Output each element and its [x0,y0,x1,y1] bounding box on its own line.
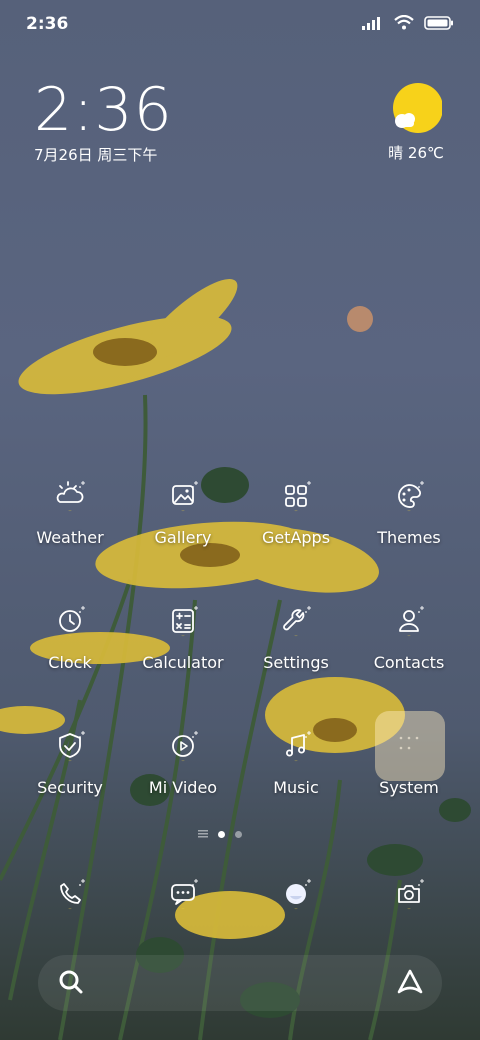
app-label: Security [37,778,103,797]
app-label: Themes [377,528,441,547]
camera-icon [398,879,424,910]
app-getapps[interactable]: GetApps [241,478,351,547]
security-icon [59,731,85,762]
app-themes[interactable]: Themes [354,478,464,547]
hotseat-phone[interactable] [52,876,88,912]
hotseat-messages[interactable] [165,876,201,912]
home-screen: 2:36 2:36 7月26日 周三下午 晴 26℃ Weather Galle… [0,0,480,1040]
phone-icon [60,879,85,910]
battery-icon [424,15,453,30]
search-bar[interactable] [38,955,442,1011]
sunny-partly-cloudy-icon [390,82,443,134]
wifi-icon [394,15,414,30]
app-label: Mi Video [148,778,218,797]
system-folder-bg [375,711,445,781]
calculator-icon [172,606,198,637]
app-label: GetApps [261,528,331,547]
page-dot [235,830,242,838]
app-weather[interactable]: Weather [15,478,125,547]
search-icon[interactable] [58,969,84,995]
weather-widget[interactable]: 晴 26℃ [376,82,456,163]
contacts-icon [399,606,424,637]
security-icon-wrap [52,728,88,764]
app-label: Contacts [373,653,445,672]
app-settings[interactable]: Settings [241,603,351,672]
browser-icon [286,879,311,910]
page-dot-active [218,830,225,838]
calculator-icon-wrap [165,603,201,639]
app-gallery[interactable]: Gallery [128,478,238,547]
gallery-icon [172,481,198,512]
app-label: Settings [263,653,329,672]
app-calculator[interactable]: Calculator [128,603,238,672]
mi-video-icon-wrap [165,728,201,764]
settings-icon [283,606,311,637]
app-security[interactable]: Security [15,728,125,797]
app-label: Weather [36,528,104,547]
themes-icon-wrap [391,478,427,514]
weather-icon [56,481,85,512]
signal-icon [362,16,380,30]
weather-icon-wrap [52,478,88,514]
gallery-icon-wrap [165,478,201,514]
messages-icon [171,879,198,910]
status-bar: 2:36 [0,0,480,50]
app-label: Music [273,778,319,797]
menu-lines-icon [198,830,208,838]
clock-icon-wrap [52,603,88,639]
clock-icon [59,606,85,637]
status-time: 2:36 [26,14,69,34]
getapps-icon [285,481,311,512]
page-indicator[interactable] [198,830,242,838]
app-music[interactable]: Music [241,728,351,797]
app-label: Gallery [154,528,212,547]
clock-date: 7月26日 周三下午 [34,146,158,164]
hotseat-camera[interactable] [391,876,427,912]
app-label: Calculator [142,653,224,672]
assistant-icon[interactable] [396,968,424,996]
themes-icon [398,481,424,512]
clock-time: 2:36 [34,75,173,145]
contacts-icon-wrap [391,603,427,639]
weather-text: 晴 26℃ [388,144,444,162]
app-mi-video[interactable]: Mi Video [128,728,238,797]
getapps-icon-wrap [278,478,314,514]
hotseat-browser[interactable] [278,876,314,912]
clock-widget[interactable]: 2:36 7月26日 周三下午 [34,78,173,165]
settings-icon-wrap [278,603,314,639]
music-icon [285,731,311,762]
app-clock[interactable]: Clock [15,603,125,672]
app-contacts[interactable]: Contacts [354,603,464,672]
music-icon-wrap [278,728,314,764]
mi-video-icon [172,731,198,762]
app-label: Clock [48,653,92,672]
